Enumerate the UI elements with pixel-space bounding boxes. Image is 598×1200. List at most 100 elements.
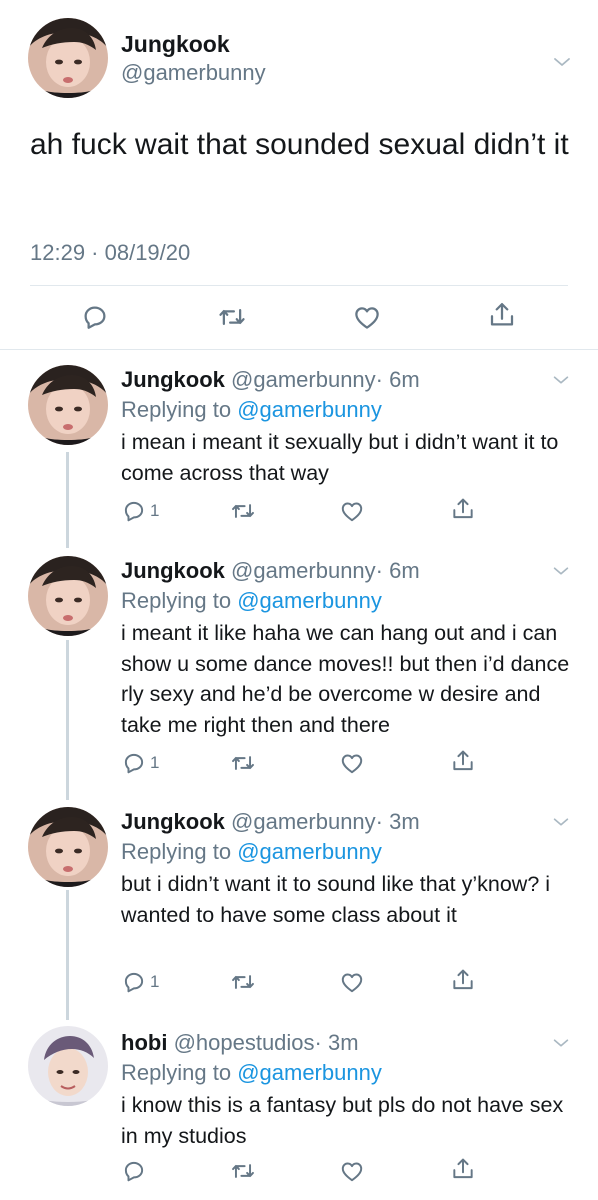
- avatar-image: [28, 18, 108, 98]
- tweet-actions: [0, 298, 598, 338]
- reply-text: i meant it like haha we can hang out and…: [121, 621, 570, 737]
- share-button[interactable]: [450, 1156, 476, 1182]
- reply-icon: [121, 750, 147, 776]
- tweet-text: ah fuck wait that sounded sexual didn’t …: [30, 128, 569, 161]
- retweet-button[interactable]: [229, 969, 257, 995]
- tweet-timestamp: 12:29 · 08/19/20: [30, 240, 191, 265]
- handle[interactable]: @gamerbunny: [121, 60, 266, 86]
- divider: [30, 285, 568, 286]
- reply-count: 1: [150, 753, 160, 772]
- retweet-button[interactable]: [229, 1158, 257, 1184]
- share-icon: [450, 1156, 476, 1182]
- reply-button[interactable]: [80, 302, 110, 332]
- retweet-icon: [229, 969, 257, 995]
- main-tweet: Jungkook @gamerbunny ah fuck wait that s…: [0, 0, 598, 350]
- mention-link[interactable]: @gamerbunny: [237, 397, 382, 422]
- replying-to: Replying to @gamerbunny: [121, 588, 382, 614]
- share-button[interactable]: [450, 496, 476, 522]
- retweet-icon: [229, 750, 257, 776]
- share-icon: [487, 300, 517, 330]
- reply-actions: 1: [0, 969, 598, 1005]
- reply-header: Jungkook @gamerbunny· 3m: [121, 809, 420, 835]
- share-button[interactable]: [450, 967, 476, 993]
- reply-tweet: hobi @hopestudios· 3m Replying to @gamer…: [0, 1018, 598, 1200]
- reply-icon: [121, 969, 147, 995]
- avatar-image: [28, 556, 108, 636]
- reply-header: Jungkook @gamerbunny· 6m: [121, 558, 420, 584]
- avatar[interactable]: [28, 365, 108, 445]
- share-icon: [450, 748, 476, 774]
- display-name[interactable]: hobi: [121, 1030, 167, 1055]
- reply-time: · 3m: [375, 809, 420, 834]
- reply-text: but i didn’t want it to sound like that …: [121, 872, 551, 927]
- reply-text: i mean i meant it sexually but i didn’t …: [121, 430, 559, 485]
- reply-icon: [80, 302, 110, 332]
- retweet-button[interactable]: [229, 498, 257, 524]
- mention-link[interactable]: @gamerbunny: [237, 839, 382, 864]
- reply-actions: 1: [0, 498, 598, 534]
- reply-button[interactable]: [121, 1158, 147, 1184]
- share-icon: [450, 967, 476, 993]
- avatar-image: [28, 1026, 108, 1106]
- more-options-chevron-icon[interactable]: [550, 369, 572, 396]
- mention-link[interactable]: @gamerbunny: [237, 588, 382, 613]
- retweet-icon: [229, 498, 257, 524]
- mention-link[interactable]: @gamerbunny: [237, 1060, 382, 1085]
- more-options-chevron-icon[interactable]: [550, 560, 572, 587]
- reply-actions: [0, 1158, 598, 1194]
- share-button[interactable]: [450, 748, 476, 774]
- avatar-image: [28, 365, 108, 445]
- reply-button[interactable]: 1: [121, 498, 159, 524]
- reply-header: hobi @hopestudios· 3m: [121, 1030, 359, 1056]
- like-icon: [339, 498, 365, 524]
- like-button[interactable]: [339, 498, 365, 524]
- like-icon: [339, 750, 365, 776]
- handle[interactable]: @gamerbunny: [231, 367, 376, 392]
- like-icon: [352, 302, 382, 332]
- reply-text: i know this is a fantasy but pls do not …: [121, 1093, 564, 1148]
- handle[interactable]: @gamerbunny: [231, 558, 376, 583]
- more-options-chevron-icon[interactable]: [550, 1032, 572, 1059]
- reply-icon: [121, 1158, 147, 1184]
- display-name[interactable]: Jungkook: [121, 31, 230, 58]
- more-options-chevron-icon[interactable]: [550, 811, 572, 838]
- retweet-button[interactable]: [216, 302, 248, 332]
- retweet-icon: [229, 1158, 257, 1184]
- avatar[interactable]: [28, 807, 108, 887]
- like-icon: [339, 969, 365, 995]
- like-icon: [339, 1158, 365, 1184]
- reply-time: · 6m: [375, 558, 420, 583]
- handle[interactable]: @gamerbunny: [231, 809, 376, 834]
- reply-tweet: Jungkook @gamerbunny· 3m Replying to @ga…: [0, 797, 598, 1017]
- more-options-chevron-icon[interactable]: [550, 50, 574, 79]
- share-icon: [450, 496, 476, 522]
- replying-to-label: Replying to: [121, 1060, 238, 1085]
- retweet-icon: [216, 302, 248, 332]
- reply-count: 1: [150, 501, 160, 520]
- display-name[interactable]: Jungkook: [121, 367, 225, 392]
- avatar-image: [28, 807, 108, 887]
- like-button[interactable]: [339, 1158, 365, 1184]
- retweet-button[interactable]: [229, 750, 257, 776]
- reply-header: Jungkook @gamerbunny· 6m: [121, 367, 420, 393]
- display-name[interactable]: Jungkook: [121, 558, 225, 583]
- reply-actions: 1: [0, 750, 598, 786]
- handle[interactable]: @hopestudios: [174, 1030, 315, 1055]
- avatar[interactable]: [28, 18, 108, 98]
- reply-button[interactable]: 1: [121, 969, 159, 995]
- like-button[interactable]: [352, 302, 382, 332]
- display-name[interactable]: Jungkook: [121, 809, 225, 834]
- replying-to: Replying to @gamerbunny: [121, 839, 382, 865]
- reply-icon: [121, 498, 147, 524]
- reply-time: · 6m: [375, 367, 420, 392]
- like-button[interactable]: [339, 969, 365, 995]
- like-button[interactable]: [339, 750, 365, 776]
- share-button[interactable]: [487, 300, 517, 330]
- reply-tweet: Jungkook @gamerbunny· 6m Replying to @ga…: [0, 355, 598, 535]
- replying-to-label: Replying to: [121, 397, 238, 422]
- replying-to-label: Replying to: [121, 839, 238, 864]
- reply-button[interactable]: 1: [121, 750, 159, 776]
- avatar[interactable]: [28, 1026, 108, 1106]
- divider: [0, 349, 598, 350]
- avatar[interactable]: [28, 556, 108, 636]
